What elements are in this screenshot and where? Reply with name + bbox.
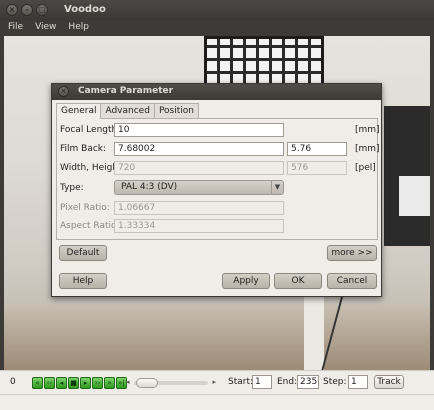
scroll-left-icon[interactable]: ◂ — [126, 378, 130, 386]
focal-length-input[interactable]: 10 — [114, 123, 284, 137]
dialog-title: Camera Parameter — [78, 86, 174, 96]
play-backward-icon[interactable]: ◂ — [56, 377, 67, 389]
playback-toolbar: 0 « ‹‹ ◂ ■ ▸ ›› » »| ◂ ▸ Start: 1 End: 2… — [0, 370, 434, 394]
type-label: Type: — [60, 183, 84, 193]
default-button[interactable]: Default — [59, 245, 107, 261]
dialog-tabs: General Advanced Position — [56, 103, 199, 119]
width-height-unit: [pel] — [355, 163, 376, 173]
frame-scrollbar[interactable]: ◂ ▸ — [126, 378, 216, 388]
aspect-ratio-label: Aspect Ratio: — [60, 221, 120, 231]
film-back-height-input[interactable]: 5.76 — [287, 142, 347, 156]
track-button[interactable]: Track — [374, 375, 404, 389]
window-maximize-button[interactable]: □ — [36, 4, 48, 16]
tab-position[interactable]: Position — [153, 103, 199, 118]
window-titlebar: × – □ Voodoo — [0, 0, 434, 20]
pixel-ratio-label: Pixel Ratio: — [60, 203, 110, 213]
tab-advanced[interactable]: Advanced — [100, 103, 155, 118]
ok-button[interactable]: OK — [274, 273, 322, 289]
window-close-button[interactable]: × — [6, 4, 18, 16]
menubar: File View Help — [0, 20, 434, 35]
apply-button[interactable]: Apply — [222, 273, 270, 289]
rewind-icon[interactable]: ‹‹ — [44, 377, 55, 389]
focal-length-label: Focal Length: — [60, 125, 121, 135]
width-input: 720 — [114, 161, 284, 175]
tab-general[interactable]: General — [56, 103, 102, 119]
film-back-width-input[interactable]: 7.68002 — [114, 142, 284, 156]
film-back-label: Film Back: — [60, 144, 107, 154]
help-button[interactable]: Help — [59, 273, 107, 289]
chevron-down-icon[interactable]: ▼ — [271, 181, 283, 194]
dialog-close-icon[interactable]: × — [58, 86, 69, 97]
menu-view[interactable]: View — [35, 20, 56, 35]
scroll-right-icon[interactable]: ▸ — [212, 378, 216, 386]
playback-controls: « ‹‹ ◂ ■ ▸ ›› » »| — [32, 377, 127, 389]
scroll-thumb[interactable] — [136, 378, 158, 388]
step-label: Step: — [323, 377, 347, 387]
window-controls: × – □ — [6, 4, 48, 16]
menu-file[interactable]: File — [8, 20, 23, 35]
end-input[interactable]: 235 — [297, 375, 319, 389]
type-select[interactable]: PAL 4:3 (DV) ▼ — [114, 180, 284, 195]
more-button[interactable]: more >> — [327, 245, 377, 261]
type-select-value: PAL 4:3 (DV) — [121, 182, 178, 192]
dialog-titlebar: × Camera Parameter — [52, 84, 381, 100]
step-forward-icon[interactable]: ›› — [92, 377, 103, 389]
aspect-ratio-input: 1.33334 — [114, 219, 284, 233]
play-forward-icon[interactable]: ▸ — [80, 377, 91, 389]
first-frame-icon[interactable]: « — [32, 377, 43, 389]
window-title: Voodoo — [64, 4, 106, 15]
viewport-pole — [304, 286, 324, 370]
cancel-button[interactable]: Cancel — [327, 273, 377, 289]
camera-parameter-dialog: × Camera Parameter General Advanced Posi… — [51, 83, 382, 297]
step-input[interactable]: 1 — [348, 375, 368, 389]
stop-icon[interactable]: ■ — [68, 377, 79, 389]
end-label: End: — [277, 377, 298, 387]
current-frame: 0 — [10, 377, 16, 387]
menu-help[interactable]: Help — [68, 20, 89, 35]
viewport-shelf-light — [399, 176, 430, 216]
window-minimize-button[interactable]: – — [21, 4, 33, 16]
start-input[interactable]: 1 — [252, 375, 272, 389]
focal-length-unit: [mm] — [355, 125, 380, 135]
film-back-unit: [mm] — [355, 144, 380, 154]
start-label: Start: — [228, 377, 254, 387]
statusbar — [0, 394, 434, 410]
pixel-ratio-input: 1.06667 — [114, 201, 284, 215]
height-input: 576 — [287, 161, 347, 175]
fast-forward-icon[interactable]: » — [104, 377, 115, 389]
